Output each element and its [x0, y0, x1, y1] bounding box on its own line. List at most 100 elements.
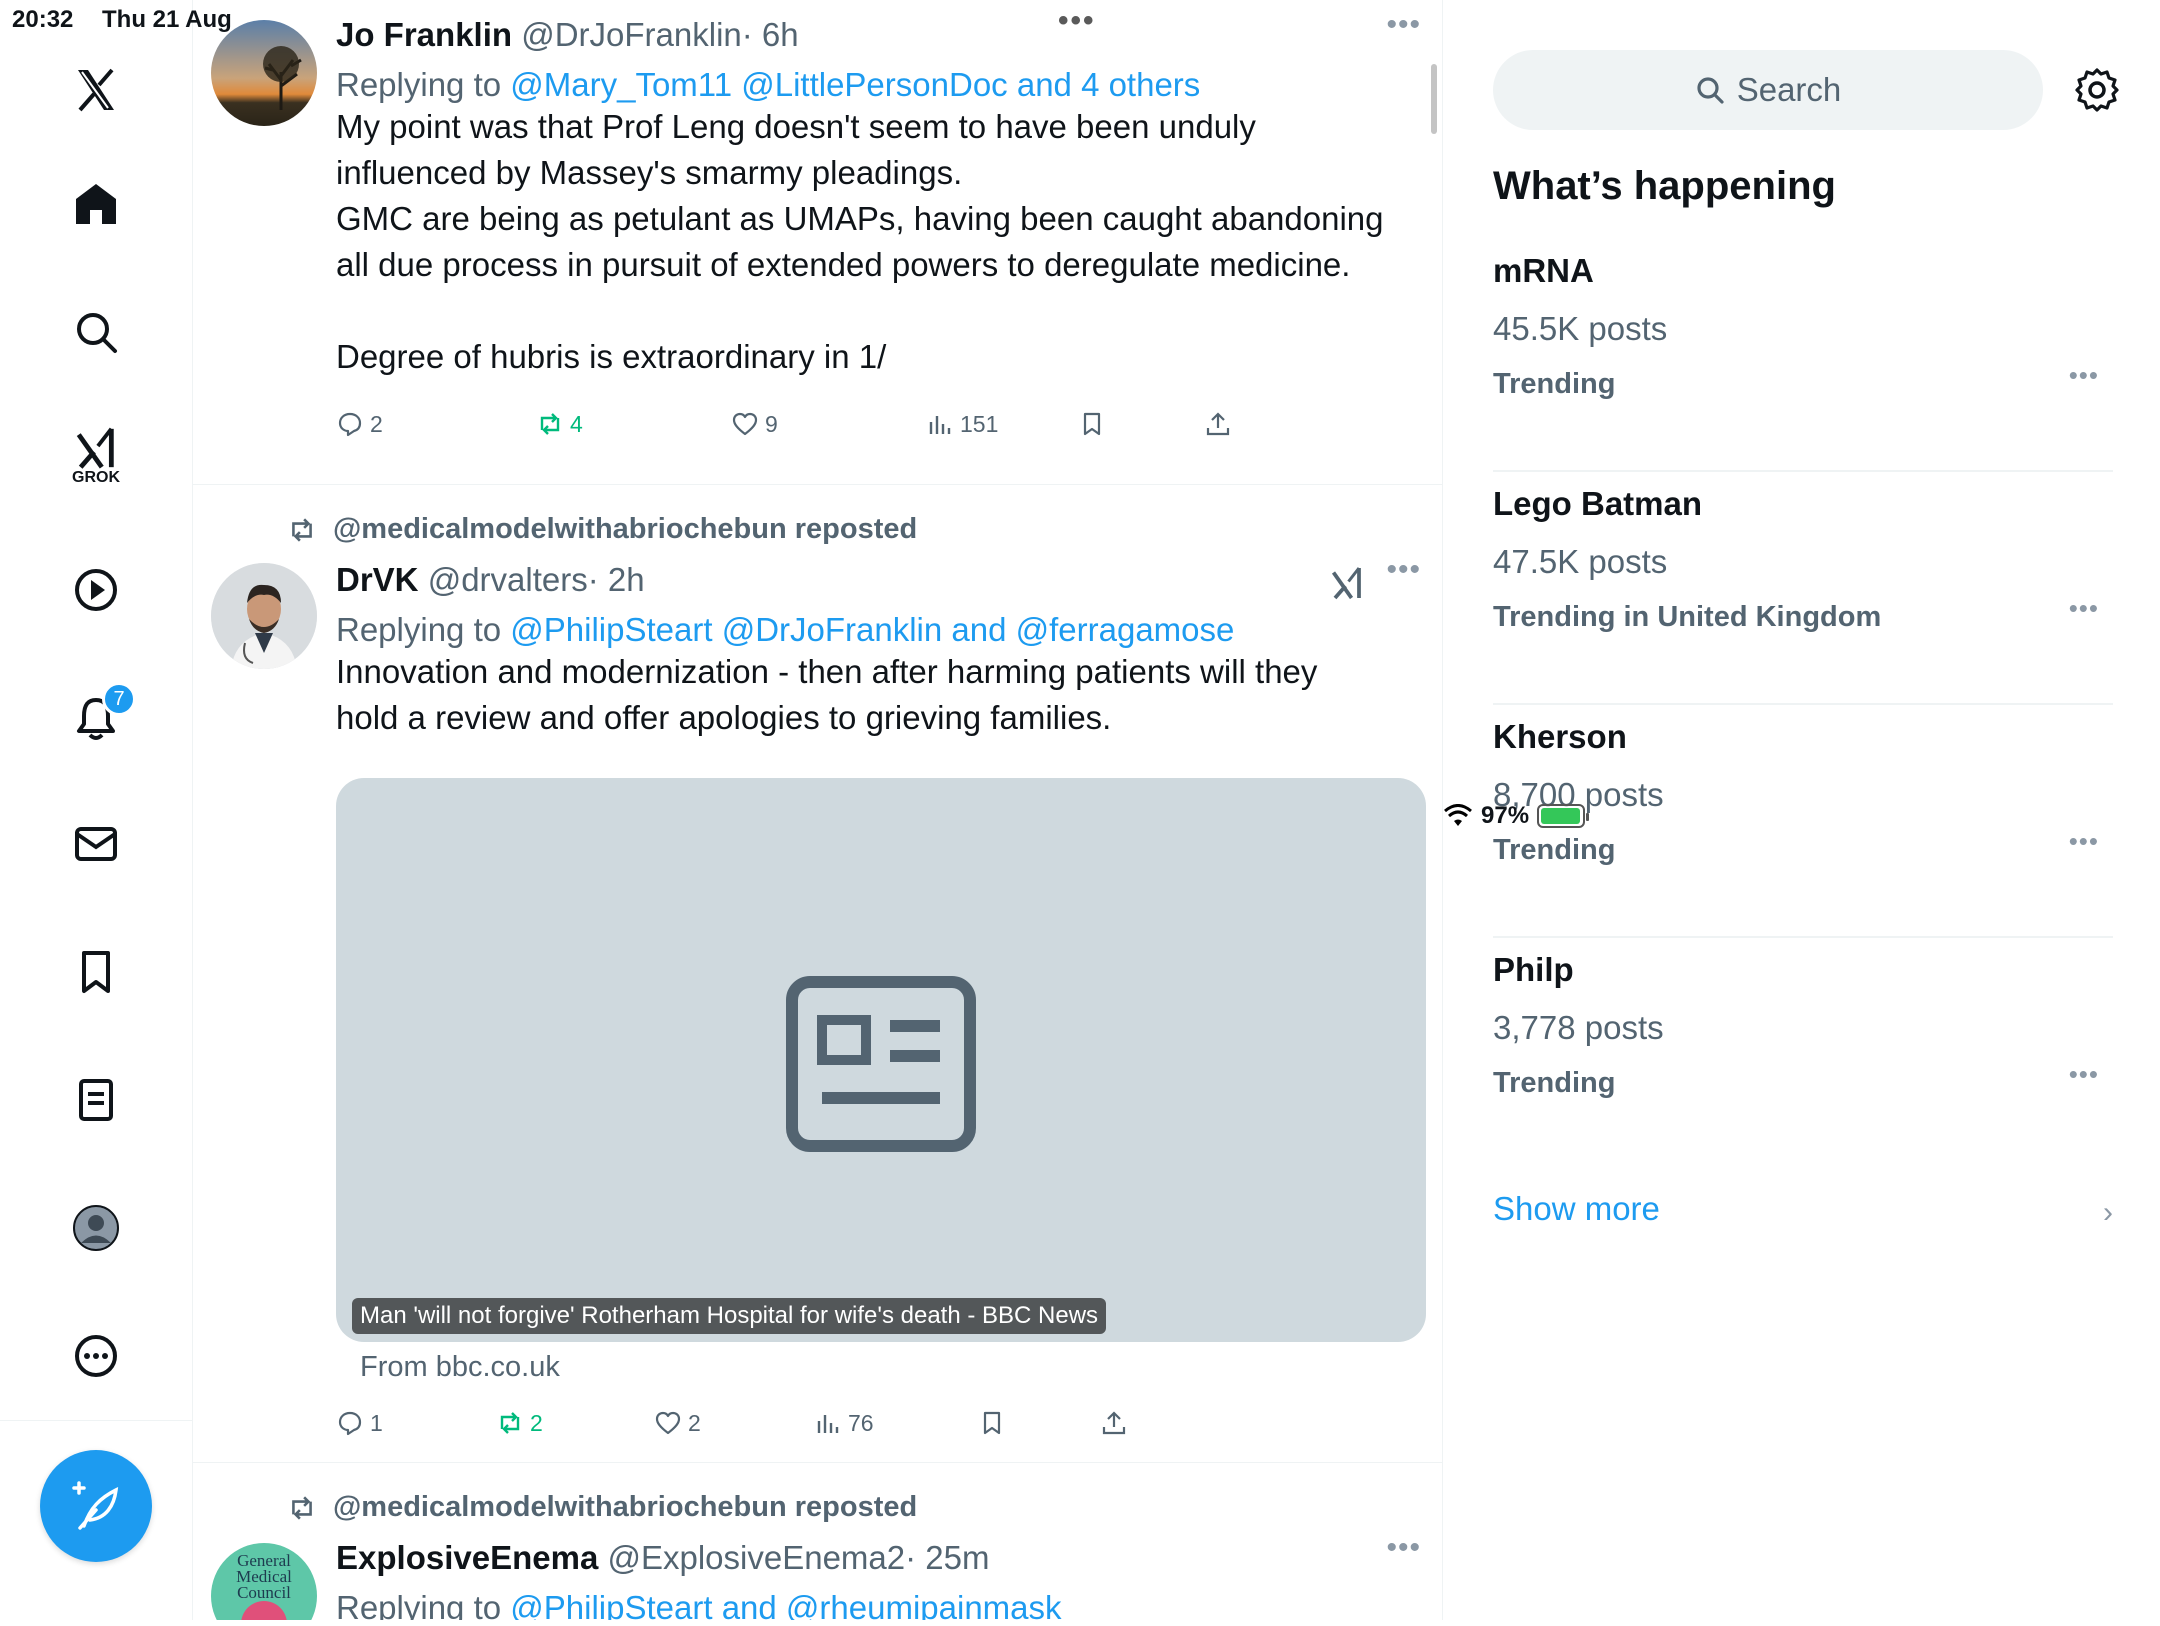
- tweet-line: all due process in pursuit of extended p…: [336, 246, 1351, 283]
- like-button[interactable]: 9: [731, 410, 778, 438]
- tweet-line: hold a review and offer apologies to gri…: [336, 699, 1112, 736]
- repost-count: 2: [530, 1409, 543, 1436]
- grok-explain-icon[interactable]: [1329, 565, 1365, 601]
- author-handle[interactable]: @drvalters: [428, 561, 588, 598]
- reply-count: 2: [370, 410, 383, 437]
- views-button[interactable]: 151: [926, 410, 998, 438]
- tweet-line: My point was that Prof Leng doesn't seem…: [336, 108, 1256, 145]
- repost-icon: [500, 1412, 520, 1434]
- link-card-caption: Man 'will not forgive' Rotherham Hospita…: [352, 1298, 1107, 1334]
- left-navigation: GROK 7: [0, 0, 193, 1620]
- author-name[interactable]: ExplosiveEnema: [336, 1539, 598, 1576]
- tweet-text: My point was that Prof Leng doesn't seem…: [336, 104, 1426, 380]
- link-card-media[interactable]: Man 'will not forgive' Rotherham Hospita…: [336, 778, 1426, 1342]
- status-time: 20:32: [12, 6, 74, 33]
- avatar[interactable]: General Medical Council: [211, 1543, 317, 1620]
- tweet-more-icon[interactable]: •••: [1386, 553, 1421, 587]
- tweet-header: DrVK @drvalters· 2h: [336, 561, 645, 599]
- explore-search-icon[interactable]: [60, 296, 132, 368]
- replying-to: Replying to @PhilipSteart and @rheumipai…: [336, 1589, 1062, 1620]
- tweet-line: GMC are being as petulant as UMAPs, havi…: [336, 200, 1384, 237]
- replying-prefix: Replying to: [336, 611, 511, 648]
- grok-icon[interactable]: GROK: [60, 420, 132, 492]
- views-button[interactable]: 76: [814, 1409, 874, 1437]
- compose-feather-icon: [72, 1481, 119, 1530]
- share-button[interactable]: [1204, 410, 1232, 438]
- repost-button[interactable]: 2: [496, 1409, 543, 1437]
- repost-count: 4: [570, 410, 583, 437]
- bookmark-button[interactable]: [978, 1409, 1006, 1437]
- status-right: 97%: [1443, 6, 2160, 1626]
- link-source[interactable]: From bbc.co.uk: [360, 1351, 560, 1384]
- repost-indicator: @medicalmodelwithabriochebun reposted: [285, 1491, 917, 1524]
- tweet-more-icon[interactable]: •••: [1386, 1531, 1421, 1565]
- repost-icon: [292, 517, 312, 542]
- profile-avatar-icon[interactable]: [60, 1192, 132, 1264]
- video-play-icon[interactable]: [60, 554, 132, 626]
- reply-icon: [338, 412, 362, 437]
- like-count: 9: [765, 410, 778, 437]
- x-logo-icon[interactable]: [60, 54, 132, 126]
- heart-icon: [732, 412, 758, 436]
- repost-icon: [292, 1495, 312, 1520]
- share-icon: [1206, 412, 1230, 436]
- wifi-icon: [1444, 804, 1472, 826]
- repost-button[interactable]: 4: [536, 410, 583, 438]
- timeline-feed: Jo Franklin @DrJoFranklin· 6h ••• Replyi…: [193, 0, 1443, 1620]
- status-bar: 20:32 Thu 21 Aug 97%: [0, 0, 2160, 829]
- replying-links[interactable]: @PhilipSteart @DrJoFranklin and @ferraga…: [510, 611, 1234, 648]
- reply-count: 1: [370, 1409, 383, 1436]
- messages-envelope-icon[interactable]: [60, 808, 132, 880]
- tweet-actions: 1 2 2 76: [336, 1409, 1336, 1449]
- notifications-badge: 7: [102, 682, 136, 716]
- bookmark-button[interactable]: [1078, 410, 1106, 438]
- tweet-actions: 2 4 9 151: [336, 410, 1336, 450]
- article-placeholder-icon: [786, 976, 976, 1152]
- author-name[interactable]: DrVK: [336, 561, 419, 598]
- battery-percent: 97%: [1481, 802, 1530, 829]
- home-icon[interactable]: [60, 168, 132, 240]
- share-button[interactable]: [1100, 1409, 1128, 1437]
- tweet[interactable]: @medicalmodelwithabriochebun reposted Dr…: [193, 485, 1442, 1463]
- repost-by[interactable]: @medicalmodelwithabriochebun reposted: [333, 1491, 917, 1524]
- avatar[interactable]: [211, 563, 317, 669]
- replying-prefix: Replying to: [336, 1589, 511, 1620]
- lists-icon[interactable]: [60, 1064, 132, 1136]
- notifications-bell-icon[interactable]: 7: [60, 682, 136, 754]
- reply-icon: [338, 1411, 362, 1436]
- more-options-icon[interactable]: [60, 1320, 132, 1392]
- tweet-time: · 2h: [587, 561, 645, 598]
- reply-button[interactable]: 2: [336, 410, 383, 438]
- like-count: 2: [688, 1409, 701, 1436]
- nav-separator: [0, 1420, 193, 1421]
- replying-prefix: Replying to: [336, 66, 511, 103]
- views-chart-icon: [929, 416, 951, 434]
- view-count: 76: [848, 1409, 874, 1436]
- replying-links[interactable]: @Mary_Tom11 @LittlePersonDoc and 4 other…: [510, 66, 1200, 103]
- tweet-time: · 25m: [905, 1539, 990, 1576]
- heart-icon: [655, 1411, 681, 1435]
- replying-links[interactable]: @PhilipSteart and @rheumipainmask: [510, 1589, 1061, 1620]
- battery-icon: [1537, 804, 1590, 828]
- repost-by[interactable]: @medicalmodelwithabriochebun reposted: [333, 513, 917, 546]
- grok-label: GROK: [72, 469, 120, 486]
- tweet-text: Innovation and modernization - then afte…: [336, 649, 1426, 741]
- tweet-line: [336, 288, 1426, 334]
- like-button[interactable]: 2: [654, 1409, 701, 1437]
- bookmarks-icon[interactable]: [60, 936, 132, 1008]
- replying-to: Replying to @PhilipSteart @DrJoFranklin …: [336, 611, 1234, 649]
- tweet[interactable]: Jo Franklin @DrJoFranklin· 6h ••• Replyi…: [193, 0, 1442, 485]
- repost-icon: [540, 413, 560, 435]
- bookmark-icon: [1083, 412, 1101, 436]
- author-handle[interactable]: @ExplosiveEnema2: [607, 1539, 905, 1576]
- reply-button[interactable]: 1: [336, 1409, 383, 1437]
- feed-scrollbar[interactable]: [1431, 64, 1437, 134]
- tweet-line: influenced by Massey's smarmy pleadings.: [336, 154, 963, 191]
- repost-indicator: @medicalmodelwithabriochebun reposted: [285, 513, 917, 546]
- status-date: Thu 21 Aug: [102, 6, 232, 33]
- views-chart-icon: [817, 1415, 839, 1433]
- tweet-header: ExplosiveEnema @ExplosiveEnema2· 25m: [336, 1539, 989, 1577]
- compose-post-button[interactable]: [40, 1450, 152, 1562]
- tweet-line: Degree of hubris is extraordinary in 1/: [336, 338, 887, 375]
- tweet[interactable]: @medicalmodelwithabriochebun reposted Ge…: [193, 1463, 1442, 1620]
